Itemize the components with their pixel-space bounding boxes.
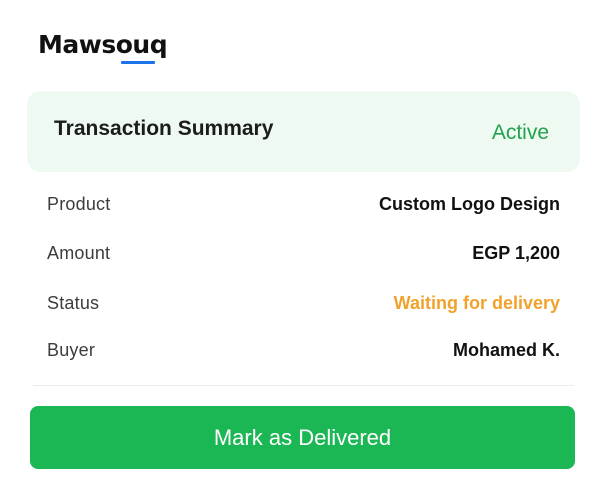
buyer-value: Mohamed K. (452, 339, 560, 360)
divider (33, 385, 574, 386)
transaction-status-badge: Active (491, 121, 549, 144)
amount-value: EGP 1,200 (472, 242, 560, 263)
logo-accent-underline (121, 61, 155, 64)
brand-logo: Mawsouq (38, 30, 168, 59)
mark-as-delivered-button[interactable]: Mark as Delivered (30, 406, 575, 469)
detail-row-status: Status Waiting for delivery (47, 290, 560, 316)
buyer-label: Buyer (47, 339, 96, 360)
detail-row-amount: Amount EGP 1,200 (47, 240, 560, 266)
detail-row-buyer: Buyer Mohamed K. (47, 337, 560, 363)
amount-label: Amount (47, 242, 111, 263)
summary-title: Transaction Summary (54, 117, 274, 140)
transaction-summary-header: Transaction Summary Active (27, 91, 580, 172)
detail-row-product: Product Custom Logo Design (47, 191, 560, 217)
status-label: Status (47, 292, 100, 313)
transaction-page: Mawsouq Transaction Summary Active Produ… (0, 0, 607, 500)
product-label: Product (47, 193, 111, 214)
delivery-status-value: Waiting for delivery (393, 292, 560, 313)
product-value: Custom Logo Design (379, 193, 560, 214)
